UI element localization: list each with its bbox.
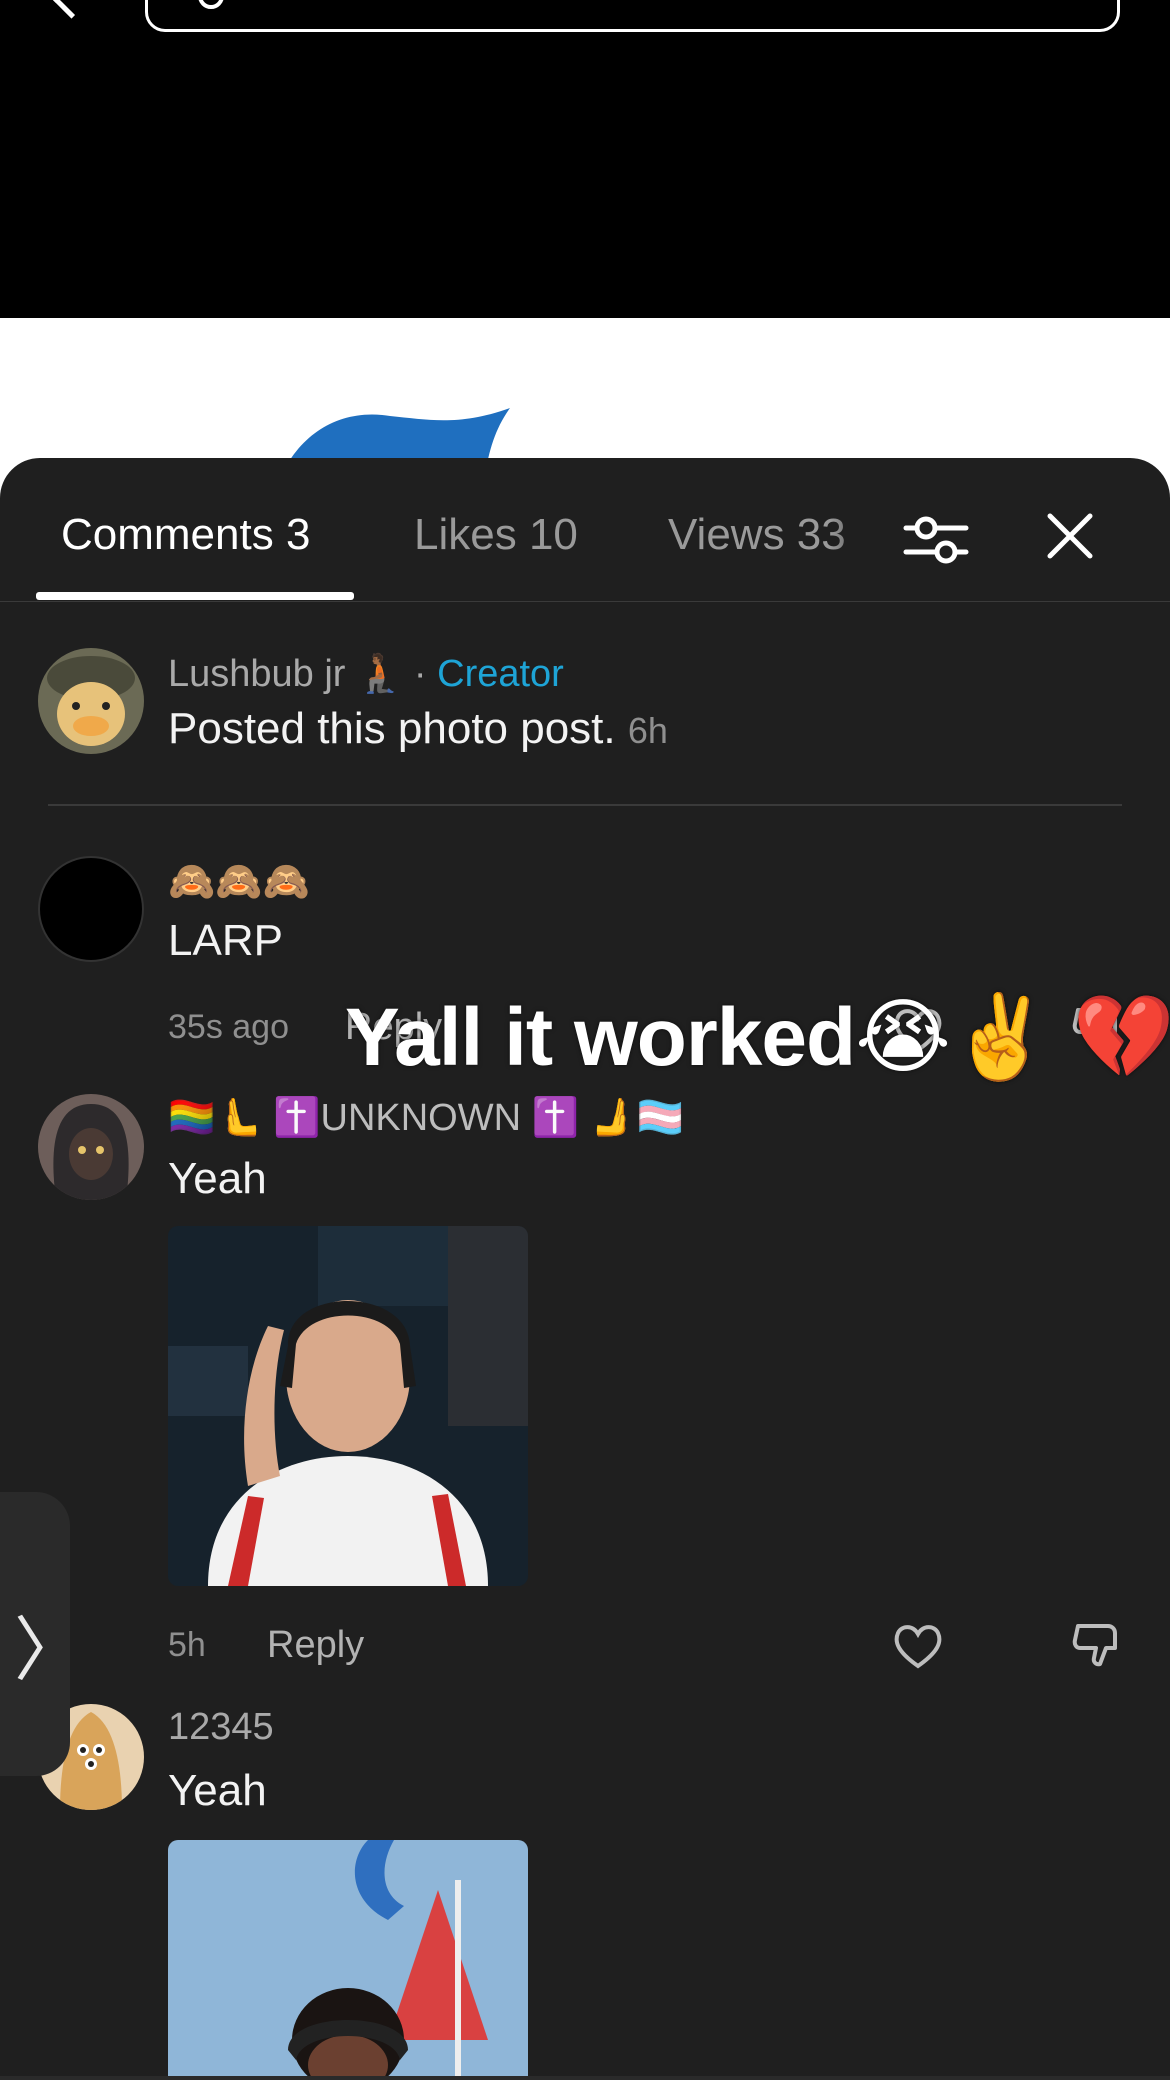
tab-bar: Comments 3 Likes 10 Views 33: [0, 458, 1170, 602]
tab-comments[interactable]: Comments 3: [61, 510, 310, 560]
comment-text: LARP: [168, 916, 283, 965]
comment-text: Yeah: [168, 1154, 267, 1203]
search-input[interactable]: [145, 0, 1120, 32]
comment-time: 5h: [168, 1626, 206, 1664]
comment-username[interactable]: 🏳️‍🌈🫷 ✝️UNKNOWN ✝️ 🫸🏳️‍⚧️: [168, 1096, 684, 1140]
separator: ·: [413, 653, 427, 695]
creator-username[interactable]: Lushbub jr 🧎🏾 · Creator: [168, 652, 564, 696]
comment-time: 35s ago: [168, 1008, 289, 1046]
post-time: 6h: [627, 710, 668, 751]
avatar[interactable]: [38, 648, 144, 754]
post-description: Posted this photo post.: [168, 704, 616, 753]
divider: [48, 804, 1122, 806]
comments-sheet: Comments 3 Likes 10 Views 33 Lushbub jr …: [0, 458, 1170, 2080]
comment-image[interactable]: [168, 1840, 528, 2080]
tab-likes[interactable]: Likes 10: [414, 510, 578, 560]
post-photo: [0, 318, 1170, 478]
sliders-icon[interactable]: [900, 504, 972, 576]
reply-button[interactable]: Reply: [267, 1624, 364, 1667]
comment-username[interactable]: 12345: [168, 1706, 274, 1749]
chevron-right-icon: 〉: [14, 1611, 84, 1689]
chevron-left-icon[interactable]: [52, 0, 91, 19]
sheet-bottom-edge: [0, 2076, 1170, 2080]
comment-image[interactable]: [168, 1226, 528, 1586]
close-icon[interactable]: [1040, 506, 1100, 566]
username-text: Lushbub jr 🧎🏾: [168, 653, 404, 695]
top-bar: [0, 0, 1170, 318]
search-icon: [198, 0, 224, 9]
heart-icon[interactable]: [890, 1618, 946, 1674]
creator-post-text: Posted this photo post. 6h: [168, 704, 668, 754]
creator-badge: Creator: [437, 653, 564, 695]
side-panel-handle[interactable]: 〉: [0, 1492, 84, 1776]
avatar[interactable]: [38, 856, 144, 962]
avatar[interactable]: [38, 1094, 144, 1200]
tab-fade: [830, 498, 890, 578]
comment-text: Yeah: [168, 1766, 267, 1815]
comment-username[interactable]: 🙈🙈🙈: [168, 860, 310, 904]
overlay-caption: Yall it worked😭✌️ 💔: [345, 992, 1170, 1083]
tab-active-indicator: [36, 592, 354, 600]
dislike-icon[interactable]: [1068, 1618, 1124, 1674]
